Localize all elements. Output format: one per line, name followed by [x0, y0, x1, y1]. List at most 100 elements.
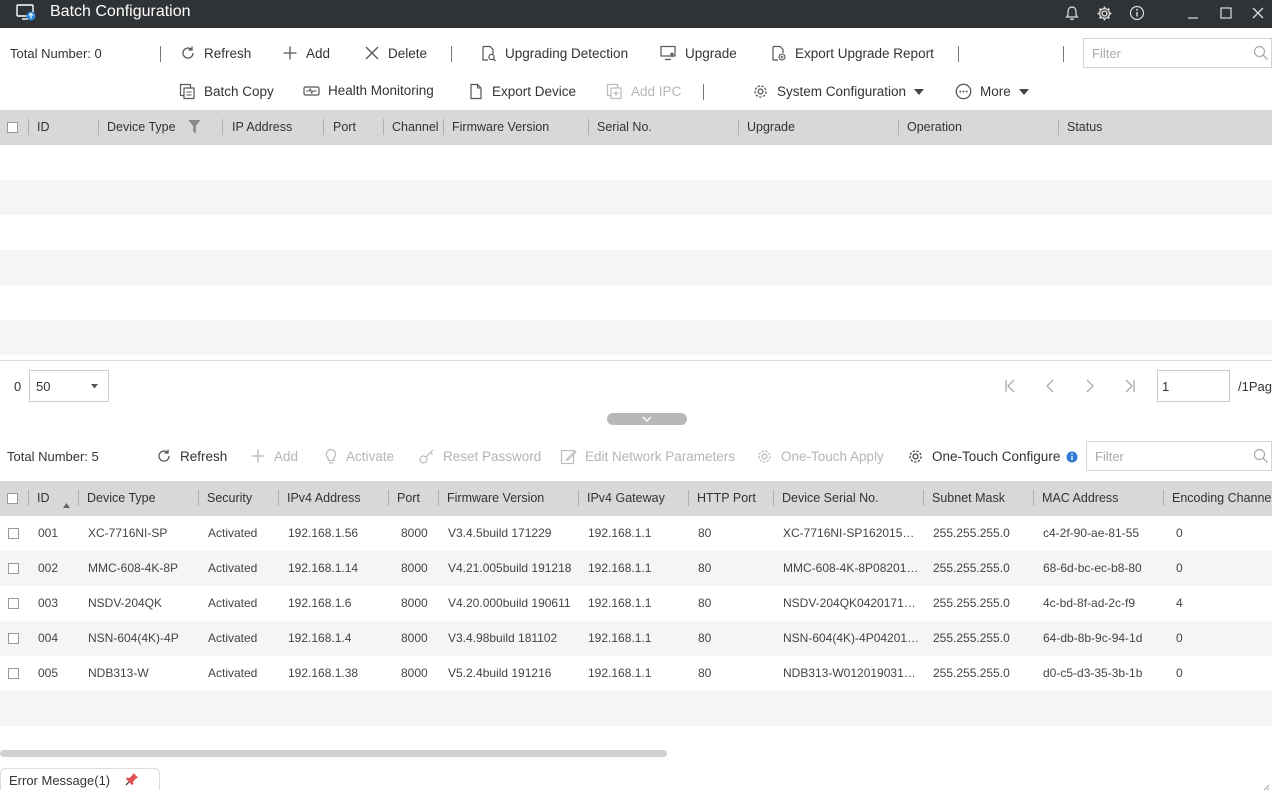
table-row[interactable]: 003 NSDV-204QK Activated 192.168.1.6 800… [0, 586, 1272, 621]
export-upgrade-report-button[interactable]: Export Upgrade Report [770, 45, 934, 62]
top-filter-field[interactable] [1083, 38, 1272, 68]
column-header-serial-no[interactable]: Serial No. [597, 110, 652, 145]
activate-button[interactable]: Activate [324, 448, 394, 465]
more-dropdown[interactable]: More [955, 83, 1029, 100]
cell-subnet-mask: 255.255.255.0 [933, 666, 1010, 680]
cell-security: Activated [208, 561, 258, 575]
cell-mac-address: c4-2f-90-ae-81-55 [1043, 526, 1140, 540]
cell-device-serial-no: NDB313-W0120190314C... [783, 666, 921, 680]
health-monitoring-button[interactable]: Health Monitoring [303, 83, 434, 98]
add-button[interactable]: Add [282, 45, 330, 61]
cell-device-type: XC-7716NI-SP [88, 526, 168, 540]
search-icon[interactable] [1253, 45, 1269, 64]
column-header-operation[interactable]: Operation [907, 110, 962, 145]
caret-down-icon [914, 88, 925, 95]
close-icon[interactable] [1247, 2, 1269, 24]
column-header-port[interactable]: Port [397, 481, 420, 516]
column-header-subnet-mask[interactable]: Subnet Mask [932, 481, 1005, 516]
cell-ipv4-gateway: 192.168.1.1 [588, 596, 652, 610]
previous-page-button[interactable] [1040, 376, 1060, 396]
filter-funnel-icon[interactable] [188, 119, 201, 138]
column-header-status[interactable]: Status [1067, 110, 1102, 145]
column-header-http-port[interactable]: HTTP Port [697, 481, 756, 516]
refresh-label: Refresh [204, 45, 252, 61]
table-row[interactable]: 005 NDB313-W Activated 192.168.1.38 8000… [0, 656, 1272, 691]
minimize-icon[interactable] [1182, 2, 1204, 24]
table-row[interactable]: 001 XC-7716NI-SP Activated 192.168.1.56 … [0, 516, 1272, 551]
column-divider [773, 490, 774, 506]
info-badge-icon[interactable] [1066, 451, 1078, 466]
cell-device-type: NDB313-W [88, 666, 149, 680]
search-icon[interactable] [1253, 448, 1269, 467]
column-header-port[interactable]: Port [333, 110, 356, 145]
activate-label: Activate [346, 449, 395, 464]
column-header-channel[interactable]: Channel [392, 110, 439, 145]
cell-device-serial-no: NSDV-204QK042017103... [783, 596, 921, 610]
one-touch-apply-label: One-Touch Apply [781, 449, 884, 464]
device-filter-input[interactable] [1087, 442, 1271, 470]
device-add-button[interactable]: Add [250, 448, 298, 464]
device-refresh-button[interactable]: Refresh [156, 448, 227, 464]
last-page-button[interactable] [1120, 376, 1140, 396]
page-number-input[interactable]: 1 [1157, 370, 1230, 402]
next-page-button[interactable] [1080, 376, 1100, 396]
column-header-encoding-channel[interactable]: Encoding Channel [1172, 481, 1272, 516]
column-header-device-type[interactable]: Device Type [87, 481, 156, 516]
export-device-button[interactable]: Export Device [468, 83, 576, 100]
row-checkbox[interactable] [8, 668, 19, 679]
one-touch-apply-button[interactable]: One-Touch Apply [756, 448, 884, 465]
upgrade-button[interactable]: Upgrade [660, 45, 737, 61]
bell-icon[interactable] [1061, 2, 1083, 24]
upgrading-detection-button[interactable]: Upgrading Detection [480, 45, 628, 62]
row-checkbox[interactable] [8, 598, 19, 609]
delete-button[interactable]: Delete [364, 45, 427, 61]
device-filter-field[interactable] [1086, 441, 1272, 471]
edit-network-parameters-button[interactable]: Edit Network Parameters [560, 448, 735, 465]
column-header-id[interactable]: ID [37, 481, 50, 516]
column-header-mac-address[interactable]: MAC Address [1042, 481, 1118, 516]
pin-icon[interactable] [125, 772, 139, 789]
page-size-select[interactable]: 50 [29, 370, 109, 402]
sort-ascending-icon[interactable] [63, 496, 70, 511]
title-bar: Batch Configuration [0, 0, 1272, 28]
delete-label: Delete [388, 45, 428, 61]
column-header-firmware-version[interactable]: Firmware Version [447, 481, 544, 516]
column-header-ipv4-address[interactable]: IPv4 Address [287, 481, 361, 516]
maximize-icon[interactable] [1215, 2, 1237, 24]
column-header-firmware-version[interactable]: Firmware Version [452, 110, 549, 145]
column-divider [388, 490, 389, 506]
column-header-security[interactable]: Security [207, 481, 252, 516]
system-configuration-dropdown[interactable]: System Configuration [752, 83, 925, 100]
table-row[interactable]: 004 NSN-604(4K)-4P Activated 192.168.1.4… [0, 621, 1272, 656]
column-header-device-serial-no[interactable]: Device Serial No. [782, 481, 879, 516]
panel-collapse-handle[interactable] [607, 413, 687, 425]
first-page-button[interactable] [1000, 376, 1020, 396]
add-ipc-button[interactable]: Add IPC [606, 83, 681, 100]
top-filter-input[interactable] [1084, 39, 1271, 67]
refresh-button[interactable]: Refresh [180, 45, 251, 61]
column-divider [323, 119, 324, 135]
cell-mac-address: 64-db-8b-9c-94-1d [1043, 631, 1143, 645]
row-checkbox[interactable] [8, 563, 19, 574]
column-header-ipv4-gateway[interactable]: IPv4 Gateway [587, 481, 665, 516]
chevron-right-icon [1086, 379, 1094, 393]
column-header-device-type[interactable]: Device Type [107, 110, 176, 145]
select-all-devices-checkbox[interactable] [7, 493, 18, 504]
column-header-id[interactable]: ID [37, 110, 50, 145]
select-all-checkbox[interactable] [7, 122, 18, 133]
table-row[interactable]: 002 MMC-608-4K-8P Activated 192.168.1.14… [0, 551, 1272, 586]
gear-icon[interactable] [1093, 2, 1115, 24]
info-icon[interactable] [1126, 2, 1148, 24]
empty-table-row [0, 691, 1272, 726]
column-header-ip-address[interactable]: IP Address [232, 110, 292, 145]
reset-password-button[interactable]: Reset Password [418, 448, 541, 465]
cell-subnet-mask: 255.255.255.0 [933, 526, 1010, 540]
horizontal-scrollbar[interactable] [0, 750, 667, 757]
column-header-upgrade[interactable]: Upgrade [747, 110, 795, 145]
batch-copy-button[interactable]: Batch Copy [179, 83, 274, 100]
cell-http-port: 80 [698, 526, 712, 540]
row-checkbox[interactable] [8, 633, 19, 644]
row-checkbox[interactable] [8, 528, 19, 539]
cell-encoding-channel: 0 [1176, 526, 1183, 540]
one-touch-configure-button[interactable]: One-Touch Configure [907, 448, 1060, 465]
